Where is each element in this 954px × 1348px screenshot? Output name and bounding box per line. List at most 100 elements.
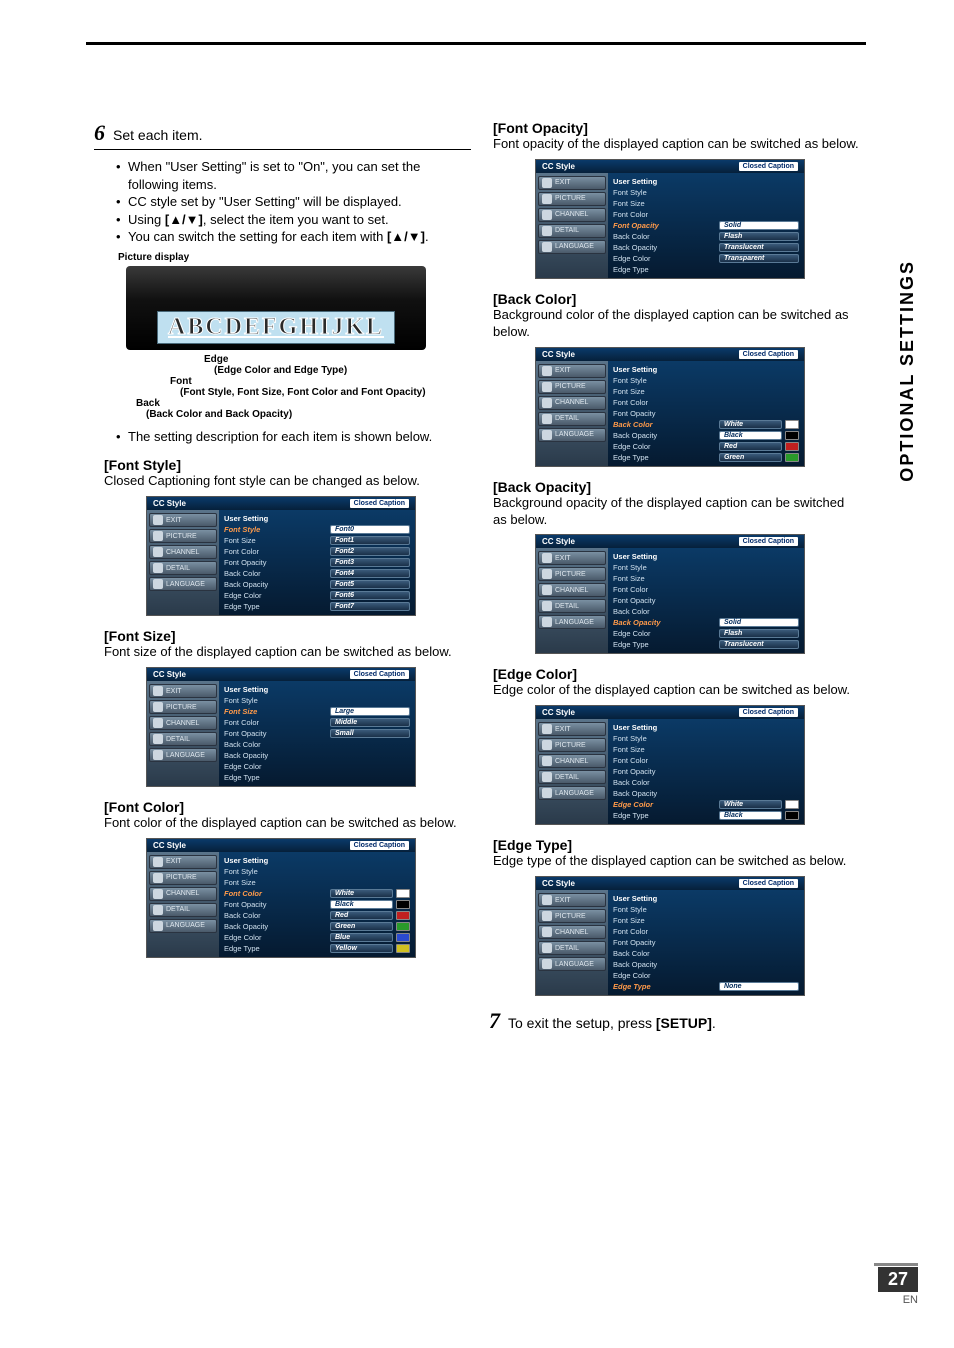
menu-body: EXITPICTURECHANNELDETAILLANGUAGEUser Set…	[536, 890, 804, 995]
back-sub: (Back Color and Back Opacity)	[146, 409, 471, 420]
sidebar-icon	[153, 563, 163, 573]
setting-row: Font Style	[613, 733, 799, 744]
setting-label: Font Size	[224, 536, 330, 545]
sidebar-icon	[542, 210, 552, 220]
setting-row: Edge ColorFlash	[613, 628, 799, 639]
sidebar-label: DETAIL	[555, 415, 579, 422]
option-value: White	[719, 420, 782, 429]
setting-label: Font Size	[613, 387, 719, 396]
sidebar-item: EXIT	[538, 722, 606, 736]
option-value: Translucent	[719, 243, 799, 252]
sidebar-item: DETAIL	[149, 903, 217, 917]
option-value: Yellow	[330, 944, 393, 953]
sidebar-label: DETAIL	[555, 945, 579, 952]
closed-caption-badge: Closed Caption	[739, 350, 798, 359]
closed-caption-badge: Closed Caption	[350, 670, 409, 679]
back-color-body: Background color of the displayed captio…	[493, 307, 860, 341]
bullet: Using [▲/▼], select the item you want to…	[118, 211, 471, 229]
sidebar-icon	[542, 226, 552, 236]
setting-label: Font Opacity	[613, 767, 719, 776]
option-value: Flash	[719, 232, 799, 241]
header-rule	[86, 42, 866, 45]
sidebar-icon	[153, 531, 163, 541]
menu-body: EXITPICTURECHANNELDETAILLANGUAGEUser Set…	[536, 548, 804, 653]
setting-label: Font Color	[613, 210, 719, 219]
option-value: Green	[330, 922, 393, 931]
setting-row: Back Color	[613, 606, 799, 617]
font-style-head: [Font Style]	[104, 457, 471, 473]
sidebar-item: LANGUAGE	[149, 919, 217, 933]
left-column: 6 Set each item. When "User Setting" is …	[100, 120, 471, 1034]
setting-row: Font ColorWhite	[224, 888, 410, 899]
setting-row: Edge TypeNone	[613, 981, 799, 992]
menu-main: User SettingFont StyleFont SizeFont Colo…	[608, 173, 804, 278]
setting-row: Font Opacity	[613, 937, 799, 948]
menu-body: EXITPICTURECHANNELDETAILLANGUAGE User Set…	[147, 681, 415, 786]
setting-row: Font Size	[613, 386, 799, 397]
setting-row: Edge TypeBlack	[613, 810, 799, 821]
option-value: Font4	[330, 569, 410, 578]
setting-row: Font Style	[613, 904, 799, 915]
setting-row: Font StyleFont0	[224, 524, 410, 535]
font-sub: (Font Style, Font Size, Font Color and F…	[180, 387, 471, 398]
menu-title: CC Style	[153, 841, 186, 850]
menu-main: User SettingFont StyleFont SizeFont Colo…	[608, 890, 804, 995]
setting-row: Font ColorMiddle	[224, 717, 410, 728]
setting-label: Back Color	[613, 607, 719, 616]
setting-label: Font Color	[224, 547, 330, 556]
sidebar-label: CHANNEL	[555, 587, 588, 594]
sidebar-label: EXIT	[555, 367, 571, 374]
setting-row: Font Style	[224, 866, 410, 877]
sidebar-label: LANGUAGE	[555, 619, 594, 626]
caption-sample-text: ABCDEFGHIJKL	[168, 314, 384, 340]
sidebar-icon	[153, 718, 163, 728]
setting-label: Font Color	[613, 398, 719, 407]
sidebar-item: CHANNEL	[538, 396, 606, 410]
setting-row: User Setting	[613, 551, 799, 562]
sidebar-label: CHANNEL	[555, 758, 588, 765]
setting-row: Font Size	[613, 744, 799, 755]
setting-row: Edge Color	[613, 970, 799, 981]
sidebar-label: LANGUAGE	[555, 243, 594, 250]
menu-title: CC Style	[153, 670, 186, 679]
picture-display-box: ABCDEFGHIJKL	[126, 266, 426, 350]
setting-row: Edge Color	[224, 761, 410, 772]
sidebar-item: CHANNEL	[538, 208, 606, 222]
sidebar-icon	[542, 943, 552, 953]
edge-label: Edge	[204, 354, 471, 365]
font-size-body: Font size of the displayed caption can b…	[104, 644, 471, 661]
setting-label: Edge Type	[224, 773, 330, 782]
sidebar-label: EXIT	[555, 555, 571, 562]
sidebar-label: EXIT	[166, 688, 182, 695]
setting-label: Edge Color	[613, 442, 719, 451]
menu-body: EXITPICTURECHANNELDETAILLANGUAGEUser Set…	[147, 852, 415, 957]
option-value: Font7	[330, 602, 410, 611]
footer-rule	[874, 1263, 918, 1266]
sidebar-icon	[542, 414, 552, 424]
sidebar-icon	[153, 702, 163, 712]
setting-row: Font OpacityFont3	[224, 557, 410, 568]
step-7-row: 7 To exit the setup, press [SETUP].	[489, 1008, 860, 1034]
sidebar-item: LANGUAGE	[538, 786, 606, 800]
setting-label: Edge Color	[613, 254, 719, 263]
sidebar-item: CHANNEL	[149, 545, 217, 559]
sidebar-label: PICTURE	[555, 383, 586, 390]
setting-label: Edge Type	[224, 944, 330, 953]
font-style-menu: CC StyleClosed CaptionEXITPICTURECHANNEL…	[146, 496, 416, 616]
sidebar-icon	[153, 515, 163, 525]
setting-label: User Setting	[224, 685, 330, 694]
setting-row: Back OpacityBlack	[613, 430, 799, 441]
sidebar-icon	[542, 617, 552, 627]
menu-sidebar: EXITPICTURECHANNELDETAILLANGUAGE	[147, 681, 219, 786]
sidebar-item: EXIT	[538, 176, 606, 190]
font-color-menu: CC StyleClosed CaptionEXITPICTURECHANNEL…	[146, 838, 416, 958]
closed-caption-badge: Closed Caption	[350, 841, 409, 850]
page-content: 6 Set each item. When "User Setting" is …	[100, 120, 860, 1034]
setting-label: Font Opacity	[613, 409, 719, 418]
setting-label: Edge Type	[613, 640, 719, 649]
option-value: Black	[330, 900, 393, 909]
sidebar-item: DETAIL	[538, 224, 606, 238]
sidebar-icon	[542, 601, 552, 611]
menu-header: CC StyleClosed Caption	[536, 877, 804, 890]
setting-row: Edge ColorRed	[613, 441, 799, 452]
